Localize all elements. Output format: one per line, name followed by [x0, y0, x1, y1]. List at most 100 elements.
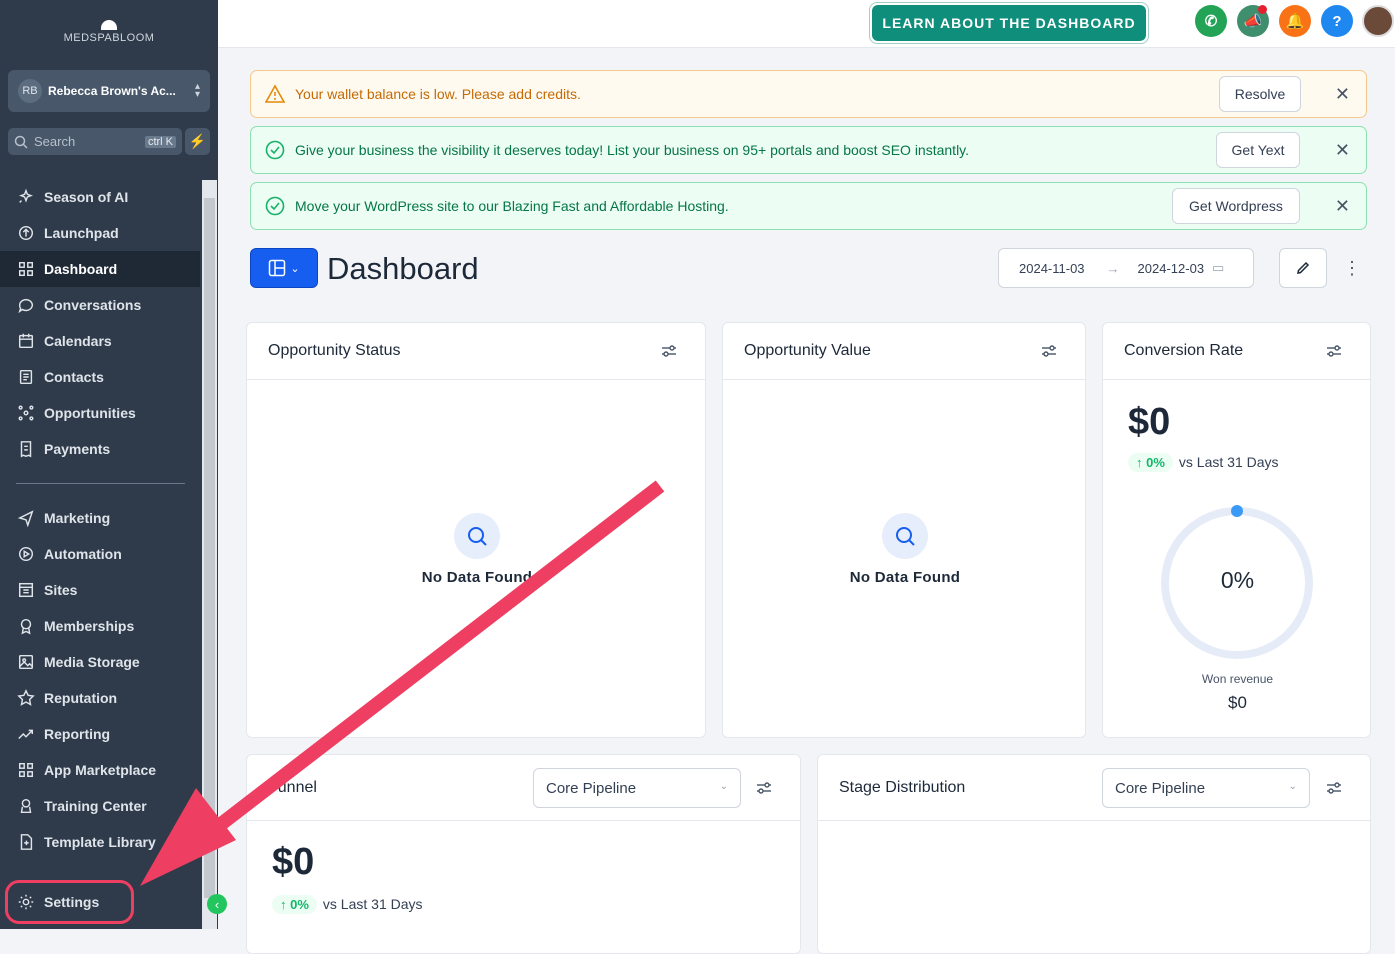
sidebar-item-reputation[interactable]: Reputation — [0, 680, 200, 716]
filter-settings-icon[interactable] — [1326, 343, 1342, 359]
date-range-picker[interactable]: 2024-11-03 → 2024-12-03 ▭ — [998, 248, 1254, 288]
date-start: 2024-11-03 — [1019, 260, 1085, 276]
megaphone-icon[interactable]: 📣 — [1237, 5, 1269, 37]
user-avatar[interactable] — [1362, 5, 1394, 37]
sidebar-item-season-of-ai[interactable]: Season of AI — [0, 179, 200, 215]
phone-icon[interactable]: ✆ — [1195, 5, 1227, 37]
change-badge: ↑ 0% — [1128, 453, 1173, 472]
contacts-icon — [16, 367, 36, 387]
sidebar-item-label: Dashboard — [44, 261, 118, 277]
sidebar-item-media-storage[interactable]: Media Storage — [0, 644, 200, 680]
network-icon — [16, 403, 36, 423]
edit-dashboard-button[interactable] — [1279, 248, 1327, 288]
collapse-sidebar-button[interactable]: ‹ — [207, 894, 227, 914]
apps-icon — [16, 760, 36, 780]
sidebar-item-app-marketplace[interactable]: App Marketplace — [0, 752, 200, 788]
chevron-updown-icon: ▴ ▾ — [194, 81, 200, 100]
logo-text: MEDSPABLOOM — [63, 32, 155, 44]
arrow-right-icon: → — [1106, 260, 1120, 276]
empty-state-text: No Data Found — [849, 569, 961, 586]
change-value: 0% — [1146, 455, 1165, 470]
sidebar: MEDSPABLOOM RB Rebecca Brown's Ac... ▴ ▾ … — [0, 0, 218, 929]
filter-settings-icon[interactable] — [1041, 343, 1057, 359]
sidebar-item-automation[interactable]: Automation — [0, 536, 200, 572]
sidebar-item-calendars[interactable]: Calendars — [0, 323, 200, 359]
sidebar-item-label: Season of AI — [44, 189, 129, 205]
pipeline-select[interactable]: Core Pipeline ⌄ — [1102, 768, 1310, 808]
sidebar-item-contacts[interactable]: Contacts — [0, 359, 200, 395]
empty-state: No Data Found — [377, 513, 577, 586]
sidebar-item-sites[interactable]: Sites — [0, 572, 200, 608]
pipeline-select-value: Core Pipeline — [546, 779, 637, 797]
layout-icon — [269, 259, 286, 277]
sidebar-item-label: Contacts — [44, 369, 104, 385]
sidebar-item-marketing[interactable]: Marketing — [0, 500, 200, 536]
pipeline-select[interactable]: Core Pipeline ⌄ — [533, 768, 741, 808]
sidebar-item-label: App Marketplace — [44, 762, 157, 778]
sidebar-item-launchpad[interactable]: Launchpad — [0, 215, 200, 251]
pencil-icon — [1297, 261, 1310, 274]
logo-mark-icon — [101, 20, 117, 30]
brand-logo[interactable]: MEDSPABLOOM — [0, 20, 218, 44]
send-icon — [16, 508, 36, 528]
sidebar-item-label: Memberships — [44, 618, 135, 634]
calendar-icon — [16, 331, 36, 351]
account-switcher[interactable]: RB Rebecca Brown's Ac... ▴ ▾ — [8, 70, 210, 112]
conversion-change: ↑ 0% vs Last 31 Days — [1128, 453, 1279, 472]
filter-settings-icon[interactable] — [1326, 780, 1342, 796]
sidebar-search[interactable]: Search ctrl K — [8, 128, 182, 155]
chevron-down-icon: ⌄ — [290, 262, 300, 275]
learn-dashboard-label: LEARN ABOUT THE DASHBOARD — [872, 5, 1146, 41]
date-end: 2024-12-03 — [1137, 260, 1205, 276]
receipt-icon — [16, 439, 36, 459]
sidebar-item-dashboard[interactable]: Dashboard — [0, 251, 200, 287]
search-placeholder: Search — [34, 134, 76, 149]
annotation-highlight-ring — [5, 880, 134, 924]
sidebar-item-opportunities[interactable]: Opportunities — [0, 395, 200, 431]
dashboard-switcher-button[interactable]: ⌄ — [250, 248, 318, 288]
change-value: 0% — [290, 897, 309, 912]
sidebar-scrollbar-thumb[interactable] — [204, 198, 215, 898]
filter-settings-icon[interactable] — [661, 343, 677, 359]
quick-actions-bolt-icon[interactable]: ⚡ — [185, 128, 210, 155]
sidebar-item-memberships[interactable]: Memberships — [0, 608, 200, 644]
learn-dashboard-button[interactable]: LEARN ABOUT THE DASHBOARD — [869, 2, 1149, 44]
notification-dot — [1258, 5, 1267, 14]
trend-icon — [16, 724, 36, 744]
help-icon[interactable]: ? — [1321, 5, 1353, 37]
compare-text: vs Last 31 Days — [322, 896, 423, 912]
template-icon — [16, 832, 36, 852]
resolve-button[interactable]: Resolve — [1219, 76, 1301, 112]
opportunity-value-card: Opportunity Value No Data Found — [722, 322, 1086, 738]
sidebar-item-label: Training Center — [44, 798, 147, 814]
magnifier-icon — [454, 513, 500, 559]
check-circle-icon — [265, 140, 285, 160]
close-icon[interactable]: ✕ — [1335, 196, 1350, 217]
more-options-icon[interactable]: ⋮ — [1343, 258, 1361, 279]
chevron-down-icon: ⌄ — [1288, 781, 1297, 792]
close-icon[interactable]: ✕ — [1335, 84, 1350, 105]
sidebar-item-label: Launchpad — [44, 225, 119, 241]
sidebar-item-training-center[interactable]: Training Center — [0, 788, 200, 824]
sites-icon — [16, 580, 36, 600]
sidebar-item-reporting[interactable]: Reporting — [0, 716, 200, 752]
conversion-amount: $0 — [1128, 401, 1171, 443]
alert-wallet: Your wallet balance is low. Please add c… — [250, 70, 1367, 118]
get-yext-button[interactable]: Get Yext — [1216, 132, 1300, 168]
sidebar-item-conversations[interactable]: Conversations — [0, 287, 200, 323]
sidebar-item-label: Reporting — [44, 726, 111, 742]
sidebar-item-label: Template Library — [44, 834, 156, 850]
sidebar-item-label: Automation — [44, 546, 122, 562]
bell-icon[interactable]: 🔔 — [1279, 5, 1311, 37]
sidebar-item-payments[interactable]: Payments — [0, 431, 200, 467]
magnifier-icon — [882, 513, 928, 559]
close-icon[interactable]: ✕ — [1335, 140, 1350, 161]
filter-settings-icon[interactable] — [756, 780, 772, 796]
empty-state-text: No Data Found — [421, 569, 533, 586]
get-wordpress-button[interactable]: Get Wordpress — [1172, 188, 1300, 224]
award-icon — [16, 616, 36, 636]
sidebar-item-template-library[interactable]: Template Library — [0, 824, 200, 860]
card-title: Conversion Rate — [1124, 342, 1244, 359]
funnel-amount: $0 — [272, 841, 315, 883]
sidebar-item-label: Conversations — [44, 297, 142, 313]
